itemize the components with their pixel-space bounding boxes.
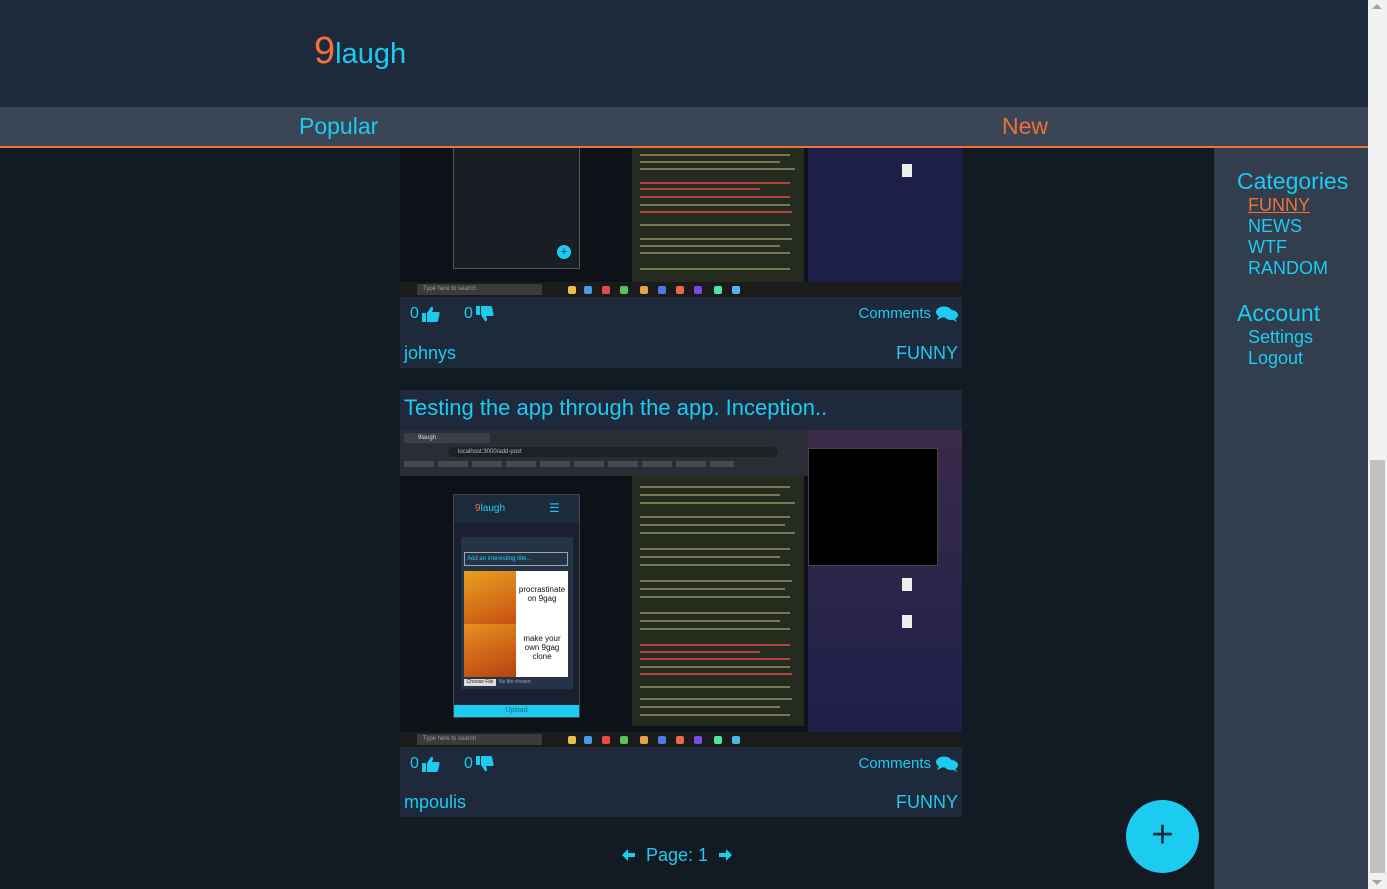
thumbs-down-icon [475, 306, 494, 322]
bookmarks-bar [404, 461, 734, 467]
taskbar-search: Type here to search [417, 734, 542, 745]
black-window [808, 448, 938, 566]
meme-bottom-text: make your own 9gag clone [523, 634, 561, 661]
inner-form: Add an interesting title... procrastinat… [461, 537, 573, 689]
logo-nine: 9 [314, 30, 336, 72]
file-icon [902, 164, 912, 177]
thumbs-up-icon [421, 306, 440, 322]
comments-button[interactable]: Comments [858, 305, 958, 322]
category-wtf[interactable]: WTF [1248, 237, 1287, 258]
dislike-button[interactable]: 0 [464, 755, 494, 773]
taskbar-search: Type here to search [417, 284, 542, 295]
inner-title-field: Add an interesting title... [464, 552, 568, 566]
meme-image: procrastinate on 9gag make your own 9gag… [464, 571, 568, 677]
browser-tab: 9laugh [404, 433, 490, 443]
settings-link[interactable]: Settings [1248, 327, 1313, 348]
post-card: + Type here to search 0 0 Comments johny… [400, 148, 962, 368]
post-category[interactable]: FUNNY [896, 792, 958, 813]
meme-top-text: procrastinate on 9gag [518, 585, 566, 603]
logout-link[interactable]: Logout [1248, 348, 1303, 369]
plus-icon: + [557, 245, 571, 259]
like-button[interactable]: 0 [410, 305, 440, 323]
comments-icon [936, 306, 958, 322]
devtools-panel [632, 476, 804, 726]
phone-preview: 9laugh ☰ Add an interesting title... pro… [453, 494, 580, 718]
post-author[interactable]: johnys [404, 343, 456, 364]
account-heading: Account [1237, 300, 1321, 326]
inner-upload-button: Upload [454, 705, 579, 717]
logo[interactable]: 9laugh [314, 30, 406, 73]
category-random[interactable]: RANDOM [1248, 258, 1328, 279]
post-category[interactable]: FUNNY [896, 343, 958, 364]
file-icon [902, 578, 912, 591]
post-author[interactable]: mpoulis [404, 792, 466, 813]
devtools-panel [632, 148, 804, 282]
post-image[interactable]: + Type here to search [400, 148, 962, 297]
comments-icon [936, 756, 958, 772]
taskbar: Type here to search [400, 732, 962, 747]
post-title[interactable]: Testing the app through the app. Incepti… [404, 395, 827, 421]
tab-popular[interactable]: Popular [299, 113, 378, 140]
post-image[interactable]: 9laugh localhost:3000/add-post 9laugh ☰ … [400, 430, 962, 747]
add-post-button[interactable]: + [1126, 800, 1199, 873]
taskbar: Type here to search [400, 282, 962, 297]
category-news[interactable]: NEWS [1248, 216, 1302, 237]
categories-heading: Categories [1237, 168, 1349, 194]
thumbs-up-icon [421, 756, 440, 772]
sort-tabs: Popular New [0, 107, 1368, 148]
category-funny[interactable]: FUNNY [1248, 195, 1310, 216]
dislike-count: 0 [464, 305, 473, 322]
pagination: Page: 1 [620, 844, 742, 866]
desktop-area [808, 148, 962, 282]
comments-label: Comments [858, 305, 931, 322]
like-count: 0 [410, 755, 419, 772]
browser-chrome: 9laugh localhost:3000/add-post [400, 430, 808, 476]
like-button[interactable]: 0 [410, 755, 440, 773]
comments-button[interactable]: Comments [858, 755, 958, 772]
post-card: Testing the app through the app. Incepti… [400, 390, 962, 817]
right-sidebar: Categories FUNNY NEWS WTF RANDOM Account… [1214, 148, 1368, 889]
top-header: 9laugh [0, 0, 1368, 107]
thumbs-down-icon [475, 756, 494, 772]
choose-file-button: Choose File [464, 679, 496, 686]
dislike-count: 0 [464, 755, 473, 772]
page-label: Page: 1 [646, 844, 709, 865]
scroll-down-arrow-icon[interactable] [1372, 880, 1382, 885]
logo-laugh: laugh [335, 38, 407, 70]
dislike-button[interactable]: 0 [464, 305, 494, 323]
desktop-area [808, 430, 962, 732]
file-icon [902, 615, 912, 628]
menu-icon: ☰ [549, 501, 560, 515]
phone-preview: + [453, 148, 580, 269]
address-bar: localhost:3000/add-post [448, 447, 778, 457]
tab-new[interactable]: New [1002, 113, 1048, 140]
comments-label: Comments [858, 755, 931, 772]
like-count: 0 [410, 305, 419, 322]
scroll-up-arrow-icon[interactable] [1372, 4, 1382, 9]
no-file-label: No file chosen [499, 679, 531, 685]
scrollbar-thumb[interactable] [1370, 460, 1385, 873]
inner-logo-laugh: laugh [480, 503, 506, 514]
inner-header: 9laugh ☰ [454, 495, 579, 523]
arrow-left-icon[interactable] [620, 847, 636, 863]
arrow-right-icon[interactable] [718, 847, 734, 863]
